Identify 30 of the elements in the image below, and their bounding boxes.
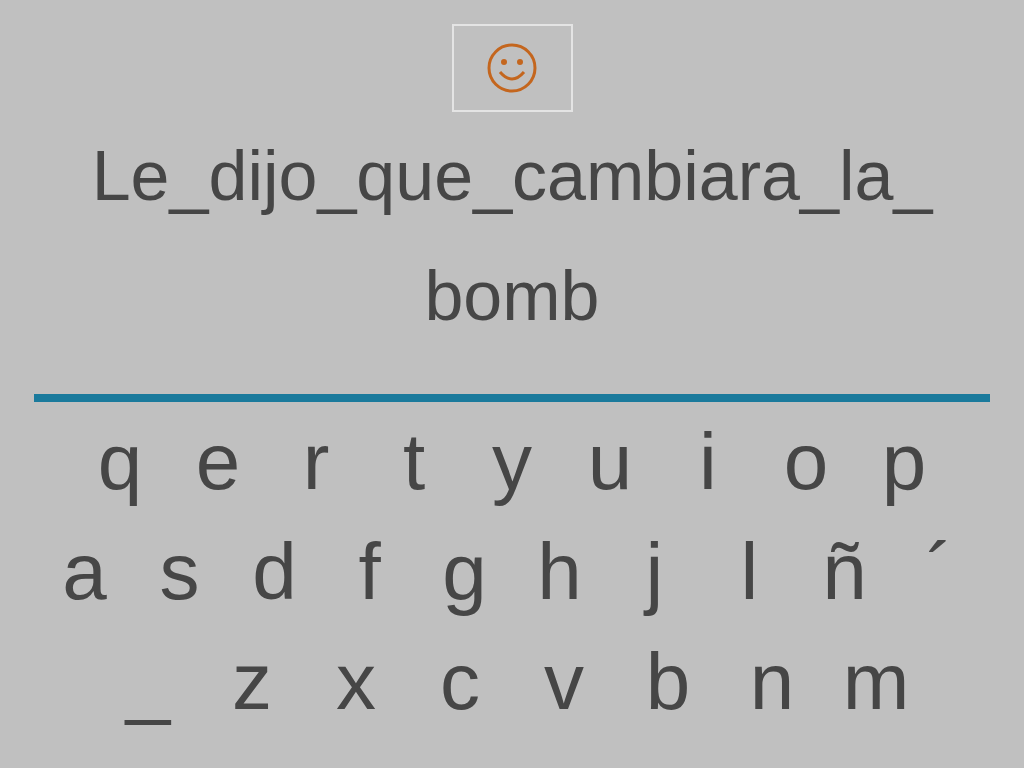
letter-key[interactable]: a xyxy=(37,524,132,620)
letter-key[interactable]: m xyxy=(824,634,928,730)
letter-key[interactable]: ñ xyxy=(797,524,892,620)
letter-key[interactable]: p xyxy=(855,414,953,510)
letter-key[interactable]: f xyxy=(322,524,417,620)
smiley-icon xyxy=(486,42,538,94)
letter-key[interactable]: l xyxy=(702,524,797,620)
letter-key[interactable]: h xyxy=(512,524,607,620)
letter-key[interactable]: _ xyxy=(96,634,200,730)
letter-key[interactable]: c xyxy=(408,634,512,730)
prompt-text: bomb xyxy=(424,256,600,337)
letter-key[interactable]: d xyxy=(227,524,322,620)
letter-key[interactable]: x xyxy=(304,634,408,730)
letter-key[interactable]: i xyxy=(659,414,757,510)
letter-key[interactable]: u xyxy=(561,414,659,510)
prompt-text: Le_dijo_que_cambiara_la_ xyxy=(91,136,933,217)
letter-key[interactable]: n xyxy=(720,634,824,730)
letter-key[interactable]: o xyxy=(757,414,855,510)
letter-key[interactable]: q xyxy=(71,414,169,510)
letter-key[interactable]: b xyxy=(616,634,720,730)
letter-key[interactable]: e xyxy=(169,414,267,510)
letter-key[interactable]: t xyxy=(365,414,463,510)
letter-key[interactable]: v xyxy=(512,634,616,730)
letter-key[interactable]: z xyxy=(200,634,304,730)
letter-key[interactable]: y xyxy=(463,414,561,510)
letter-key[interactable]: r xyxy=(267,414,365,510)
letter-key[interactable]: ´ xyxy=(892,524,987,620)
letter-key[interactable]: j xyxy=(607,524,702,620)
letter-key[interactable]: s xyxy=(132,524,227,620)
letter-key[interactable]: g xyxy=(417,524,512,620)
